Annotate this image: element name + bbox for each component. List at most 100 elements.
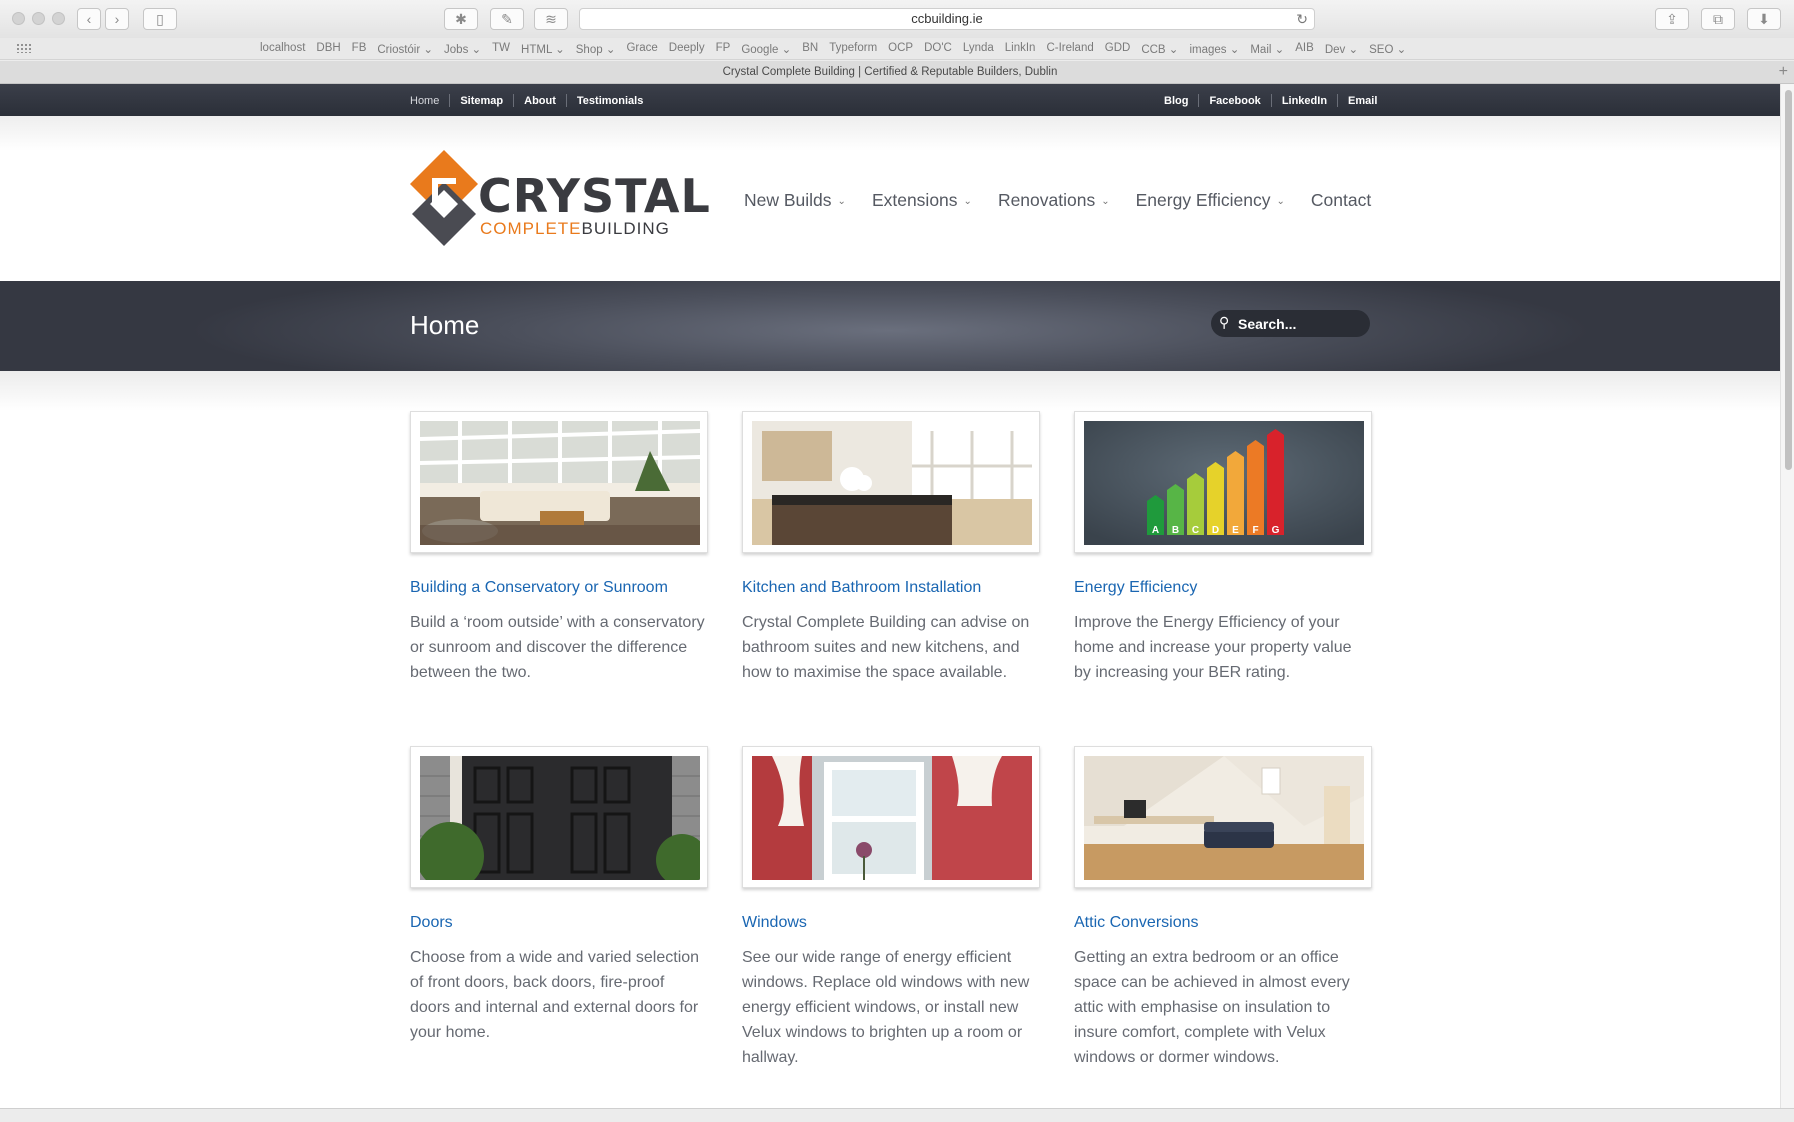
favorite-link[interactable]: Lynda xyxy=(963,42,994,56)
favorite-link[interactable]: Mail ⌄ xyxy=(1250,42,1284,56)
favorite-link[interactable]: DO'C xyxy=(924,42,952,56)
nav-label: Renovations xyxy=(997,190,1096,210)
top-nav-right: Blog Facebook LinkedIn Email xyxy=(1164,94,1377,107)
scrollbar-thumb[interactable] xyxy=(1785,90,1792,470)
top-utility-bar: Home Sitemap About Testimonials Blog Fac… xyxy=(0,84,1780,116)
favorite-link[interactable]: DBH xyxy=(316,42,340,56)
favorite-link[interactable]: Typeform xyxy=(829,42,877,56)
extension-icon[interactable]: ✱ xyxy=(444,8,478,30)
search-input[interactable]: ⚲ Search... xyxy=(1211,310,1370,337)
card-title[interactable]: Building a Conservatory or Sunroom xyxy=(410,579,668,597)
favorite-link[interactable]: TW xyxy=(492,42,510,56)
divider xyxy=(449,94,451,107)
nav-extensions[interactable]: Extensions ⌄ xyxy=(872,190,972,211)
favorite-link[interactable]: SEO ⌄ xyxy=(1369,42,1406,56)
divider xyxy=(513,94,515,107)
top-nav-left: Home Sitemap About Testimonials xyxy=(410,94,643,107)
favorite-link[interactable]: C-Ireland xyxy=(1046,42,1093,56)
sidebar-icon[interactable]: ▯ xyxy=(143,8,177,30)
conservatory-photo xyxy=(420,421,700,545)
logo-tagline-building: BUILDING xyxy=(581,219,670,238)
card-title[interactable]: Windows xyxy=(742,914,807,932)
favorite-link[interactable]: Jobs ⌄ xyxy=(444,42,481,56)
energy-label-a: A xyxy=(1152,525,1159,536)
search-icon: ⚲ xyxy=(1219,314,1230,330)
favorite-link[interactable]: localhost xyxy=(260,42,305,56)
page-title: Home xyxy=(410,310,480,340)
top-link-testimonials[interactable]: Testimonials xyxy=(577,95,643,107)
favorite-link[interactable]: BN xyxy=(802,42,818,56)
favorite-link[interactable]: images ⌄ xyxy=(1189,42,1239,56)
reload-icon[interactable]: ↻ xyxy=(1296,9,1308,29)
energy-bar-e xyxy=(1227,451,1244,535)
tabs-overview-icon[interactable]: ⧉ xyxy=(1701,8,1735,30)
minimize-window-button[interactable] xyxy=(32,12,45,25)
favorite-link[interactable]: Shop ⌄ xyxy=(576,42,616,56)
top-link-about[interactable]: About xyxy=(524,95,556,107)
card-description: Crystal Complete Building can advise on … xyxy=(742,614,1030,681)
address-bar[interactable]: ccbuilding.ie ↻ xyxy=(579,8,1315,30)
nav-contact[interactable]: Contact xyxy=(1311,190,1371,211)
downloads-icon[interactable]: ⬇ xyxy=(1747,8,1781,30)
favorite-link[interactable]: FP xyxy=(716,42,731,56)
card-title[interactable]: Doors xyxy=(410,914,453,932)
card-title[interactable]: Kitchen and Bathroom Installation xyxy=(742,579,981,597)
windows-image[interactable] xyxy=(742,746,1040,888)
forward-icon[interactable]: › xyxy=(105,8,129,30)
attic-image[interactable] xyxy=(1074,746,1372,888)
divider xyxy=(1337,94,1339,107)
share-icon[interactable]: ⇪ xyxy=(1655,8,1689,30)
top-link-facebook[interactable]: Facebook xyxy=(1209,95,1260,107)
favorites-list: localhost DBH FB Criostóir ⌄ Jobs ⌄ TW HTML ⌄ S… xyxy=(260,42,1417,56)
energy-label-d: D xyxy=(1212,525,1219,536)
zoom-window-button[interactable] xyxy=(52,12,65,25)
tab-title[interactable]: Crystal Complete Building | Certified & … xyxy=(0,66,1780,78)
tab-bar: Crystal Complete Building | Certified & … xyxy=(0,61,1794,84)
page-scrollbar[interactable] xyxy=(1780,84,1794,1108)
kitchen-photo xyxy=(752,421,1032,545)
favorite-link[interactable]: Grace xyxy=(626,42,657,56)
favorite-link[interactable]: Dev ⌄ xyxy=(1325,42,1358,56)
top-link-blog[interactable]: Blog xyxy=(1164,95,1188,107)
card-description: Improve the Energy Efficiency of your ho… xyxy=(1074,614,1352,681)
new-tab-icon[interactable]: + xyxy=(1779,63,1788,81)
webpage: Home Sitemap About Testimonials Blog Fac… xyxy=(0,84,1780,1108)
card-title[interactable]: Attic Conversions xyxy=(1074,914,1199,932)
back-icon[interactable]: ‹ xyxy=(77,8,101,30)
main-nav: New Builds ⌄ Extensions ⌄ Renovations ⌄ Ene… xyxy=(744,190,1397,211)
top-link-email[interactable]: Email xyxy=(1348,95,1377,107)
nav-new-builds[interactable]: New Builds ⌄ xyxy=(744,190,846,211)
site-logo[interactable]: CRYSTAL COMPLETEBUILDING xyxy=(410,150,710,250)
favorite-link[interactable]: OCP xyxy=(888,42,913,56)
nav-renovations[interactable]: Renovations ⌄ xyxy=(998,190,1110,211)
energy-rating-graphic: A B C D E F G xyxy=(1084,421,1364,545)
favorite-link[interactable]: CCB ⌄ xyxy=(1141,42,1178,56)
top-sites-icon[interactable] xyxy=(16,43,32,53)
annotate-icon[interactable]: ✎ xyxy=(490,8,524,30)
reader-icon[interactable]: ≋ xyxy=(534,8,568,30)
energy-label-b: B xyxy=(1172,525,1179,536)
favorite-link[interactable]: Google ⌄ xyxy=(741,42,791,56)
favorite-link[interactable]: HTML ⌄ xyxy=(521,42,565,56)
energy-label-c: C xyxy=(1192,525,1199,536)
top-link-linkedin[interactable]: LinkedIn xyxy=(1282,95,1327,107)
top-link-sitemap[interactable]: Sitemap xyxy=(460,95,503,107)
energy-label-f: F xyxy=(1252,525,1258,536)
nav-label: Contact xyxy=(1310,190,1372,210)
doors-image[interactable] xyxy=(410,746,708,888)
energy-rating-image[interactable]: A B C D E F G xyxy=(1074,411,1372,553)
nav-energy-efficiency[interactable]: Energy Efficiency ⌄ xyxy=(1136,190,1285,211)
card-title[interactable]: Energy Efficiency xyxy=(1074,579,1197,597)
favorite-link[interactable]: FB xyxy=(352,42,367,56)
favorite-link[interactable]: Criostóir ⌄ xyxy=(377,42,433,56)
windows-photo xyxy=(752,756,1032,880)
energy-label-g: G xyxy=(1272,525,1280,536)
close-window-button[interactable] xyxy=(12,12,25,25)
favorite-link[interactable]: LinkIn xyxy=(1005,42,1036,56)
favorite-link[interactable]: GDD xyxy=(1105,42,1131,56)
favorite-link[interactable]: Deeply xyxy=(669,42,705,56)
kitchen-image[interactable] xyxy=(742,411,1040,553)
favorite-link[interactable]: AIB xyxy=(1295,42,1314,56)
top-link-home[interactable]: Home xyxy=(410,95,439,107)
conservatory-image[interactable] xyxy=(410,411,708,553)
